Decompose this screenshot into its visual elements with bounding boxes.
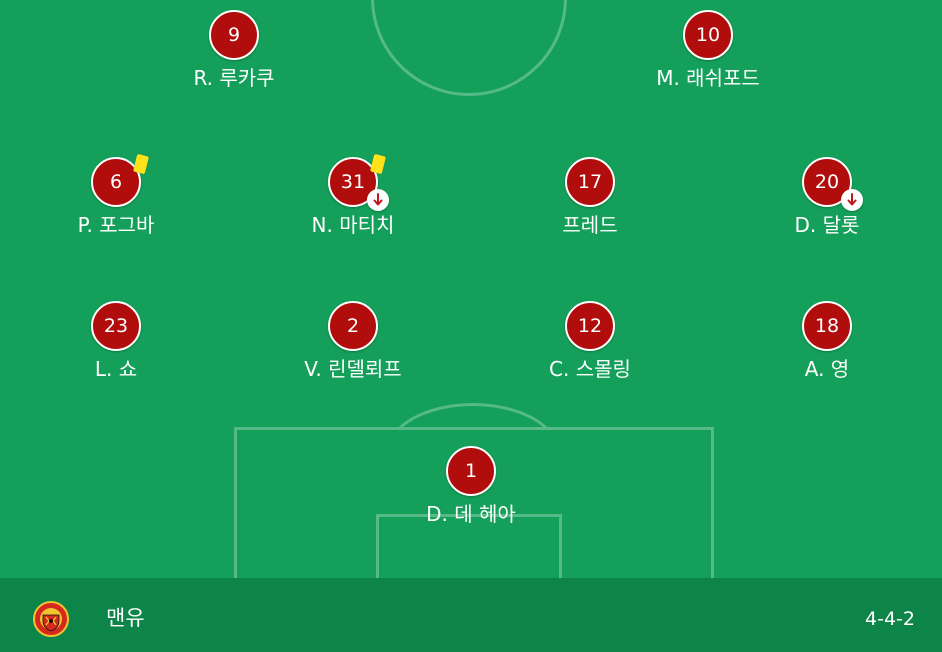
player-name: 프레드 [562, 213, 618, 237]
yellow-card-icon [133, 153, 149, 175]
shirt-number: 10 [683, 10, 733, 60]
shirt-number: 1 [446, 446, 496, 496]
team-crest-icon [33, 601, 69, 637]
player-name: M. 래쉬포드 [656, 66, 760, 90]
player-name: L. 쇼 [94, 357, 138, 381]
player-name: D. 데 헤아 [426, 502, 516, 526]
player-name: C. 스몰링 [549, 357, 631, 381]
player-matic[interactable]: 31 N. 마티치 [263, 153, 443, 237]
team-name: 맨유 [106, 606, 145, 630]
yellow-card-icon [370, 153, 386, 175]
player-name: N. 마티치 [311, 213, 395, 237]
player-fred[interactable]: 17 프레드 [500, 157, 680, 237]
player-rashford[interactable]: 10 M. 래쉬포드 [618, 10, 798, 90]
shirt-number: 2 [328, 301, 378, 351]
pitch: 9 R. 루카쿠 10 M. 래쉬포드 6 P. 포그바 31 N. 마티치 1… [0, 0, 942, 578]
player-lukaku[interactable]: 9 R. 루카쿠 [144, 10, 324, 90]
player-name: A. 영 [804, 357, 850, 381]
shirt-number: 31 [340, 171, 366, 193]
substitution-out-icon [841, 189, 863, 211]
player-smalling[interactable]: 12 C. 스몰링 [500, 301, 680, 381]
player-de-gea[interactable]: 1 D. 데 헤아 [381, 446, 561, 526]
shirt-number: 12 [565, 301, 615, 351]
player-name: P. 포그바 [77, 213, 155, 237]
center-circle [371, 0, 567, 96]
player-shaw[interactable]: 23 L. 쇼 [26, 301, 206, 381]
team-footer: 맨유 4-4-2 [0, 578, 942, 652]
formation-label: 4-4-2 [865, 608, 915, 630]
shirt-number: 17 [565, 157, 615, 207]
shirt-number: 18 [802, 301, 852, 351]
player-name: D. 달롯 [794, 213, 860, 237]
player-dalot[interactable]: 20 D. 달롯 [737, 157, 917, 237]
player-pogba[interactable]: 6 P. 포그바 [26, 153, 206, 237]
shirt-number: 23 [91, 301, 141, 351]
player-name: V. 린델뢰프 [304, 357, 402, 381]
player-name: R. 루카쿠 [193, 66, 275, 90]
shirt-number: 6 [109, 171, 123, 193]
substitution-out-icon [367, 189, 389, 211]
shirt-number: 9 [209, 10, 259, 60]
player-young[interactable]: 18 A. 영 [737, 301, 917, 381]
shirt-number: 20 [814, 171, 840, 193]
player-lindelof[interactable]: 2 V. 린델뢰프 [263, 301, 443, 381]
